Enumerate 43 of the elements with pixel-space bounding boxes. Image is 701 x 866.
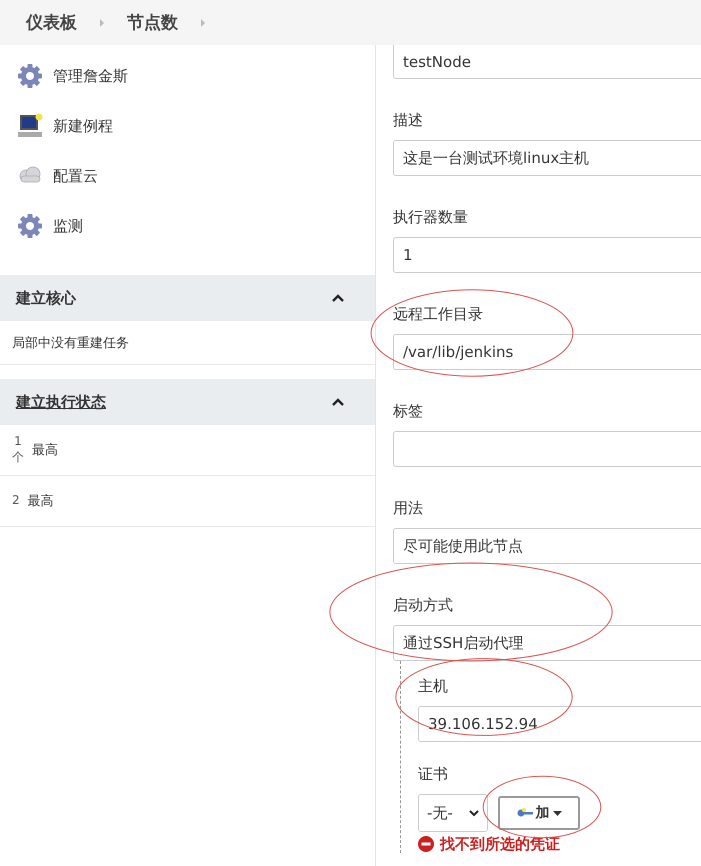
input-field[interactable]: 1	[393, 237, 701, 273]
executor-status: 最高	[32, 442, 58, 459]
chevron-icon	[99, 18, 105, 26]
field-label: 证书	[418, 764, 449, 784]
chevron-icon	[200, 18, 206, 26]
sidebar-item[interactable]: 配置云	[17, 151, 375, 201]
field-label: 主机	[418, 676, 449, 696]
sidebar-item[interactable]: 新建例程	[17, 101, 375, 151]
field-label: 标签	[393, 401, 424, 421]
gear-icon	[17, 63, 43, 89]
input-field[interactable]: testNode	[393, 45, 701, 79]
executor-number: 1 个	[12, 434, 24, 466]
computer-icon	[17, 113, 43, 139]
sidebar-item[interactable]: 管理詹金斯	[17, 51, 375, 101]
panel-message: 局部中没有重建任务	[12, 334, 129, 352]
caret-icon	[552, 810, 562, 816]
field-label: 用法	[393, 498, 424, 518]
field-label: 启动方式	[393, 595, 454, 615]
collapse-icon[interactable]	[331, 293, 345, 303]
field-label: 执行器数量	[393, 207, 469, 227]
field-label: 描述	[393, 110, 424, 130]
executor-number: 2	[12, 493, 20, 509]
add-button[interactable]: 加	[498, 796, 580, 830]
panel-title[interactable]: 建立执行状态	[16, 392, 106, 412]
error-message: 找不到所选的凭证	[418, 835, 701, 853]
panel-title: 建立核心	[16, 288, 76, 308]
breadcrumb-link[interactable]: 仪表板	[26, 11, 77, 34]
select-field[interactable]: 尽可能使用此节点	[393, 528, 701, 564]
caret-icon	[469, 810, 479, 816]
error-icon	[418, 836, 434, 852]
key-icon	[516, 808, 532, 818]
gear-icon	[17, 213, 43, 239]
breadcrumb-link[interactable]: 节点数	[127, 11, 178, 34]
select-field[interactable]: -无-	[418, 794, 488, 832]
executor-status: 最高	[28, 493, 54, 510]
input-field[interactable]	[393, 431, 701, 467]
field-label: 远程工作目录	[393, 304, 484, 324]
input-field[interactable]: 这是一台测试环境linux主机	[393, 140, 701, 176]
input-field[interactable]: /var/lib/jenkins	[393, 334, 701, 370]
input-field[interactable]: 39.106.152.94	[418, 706, 701, 742]
sidebar-item[interactable]: 监测	[17, 201, 375, 251]
select-field[interactable]: 通过SSH启动代理	[393, 625, 701, 661]
collapse-icon[interactable]	[331, 397, 345, 407]
